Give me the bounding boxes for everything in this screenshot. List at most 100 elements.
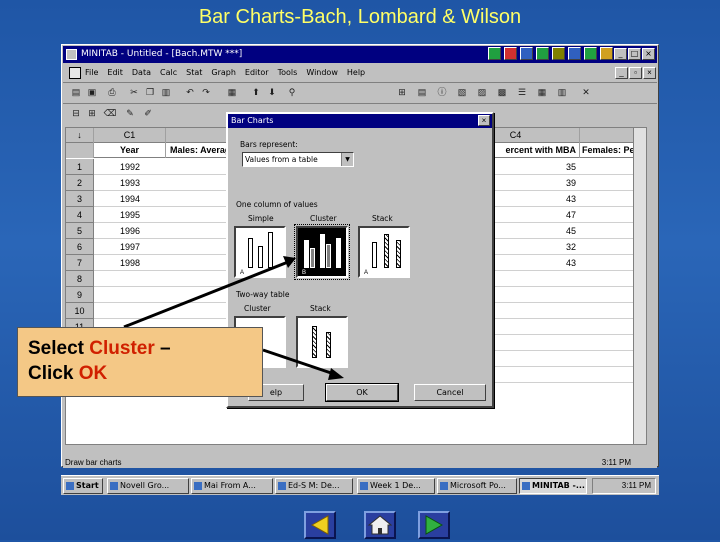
project-manager-icon[interactable]: ☰ xyxy=(515,86,529,99)
print-icon[interactable]: ⎙ xyxy=(105,86,119,99)
instruction-callout: Select Cluster – Click OK xyxy=(17,327,263,397)
graph-folder-icon[interactable]: ▨ xyxy=(475,86,489,99)
history-icon[interactable] xyxy=(568,47,581,60)
table-icon[interactable]: ▦ xyxy=(535,86,549,99)
menu-file[interactable]: File xyxy=(85,64,98,82)
callout-highlight-ok: OK xyxy=(78,363,108,384)
undo-icon[interactable]: ↶ xyxy=(183,86,197,99)
ok-button[interactable]: OK xyxy=(325,383,399,402)
worksheet-icon[interactable] xyxy=(536,47,549,60)
taskbar-clock: 3:11 PM xyxy=(592,478,656,494)
project-icon[interactable] xyxy=(488,47,501,60)
copy-icon[interactable]: ❐ xyxy=(143,86,157,99)
menu-calc[interactable]: Calc xyxy=(160,64,177,82)
vertical-scrollbar[interactable] xyxy=(633,128,646,444)
menu-data[interactable]: Data xyxy=(132,64,151,82)
doc-close-button[interactable]: × xyxy=(643,67,656,79)
cluster-chart-thumbnail[interactable]: B xyxy=(294,224,350,280)
row-number[interactable]: 3 xyxy=(66,191,94,207)
task-mail[interactable]: Mai From A... xyxy=(191,478,273,494)
cut-icon[interactable]: ✂ xyxy=(127,86,141,99)
cancel-button[interactable]: Cancel xyxy=(414,384,486,401)
thumb-bar xyxy=(310,248,315,268)
columns-icon[interactable]: ▥ xyxy=(555,86,569,99)
info-window-icon[interactable]: ⓘ xyxy=(435,86,449,99)
report-icon[interactable] xyxy=(584,47,597,60)
task-eds[interactable]: Ed-S M: De... xyxy=(275,478,353,494)
callout-text: – xyxy=(154,338,171,359)
row-number[interactable]: 9 xyxy=(66,287,94,303)
row-number[interactable]: 2 xyxy=(66,175,94,191)
find-icon[interactable]: ⚲ xyxy=(285,86,299,99)
row-number[interactable]: 7 xyxy=(66,255,94,271)
insert-rows-icon[interactable]: ⊞ xyxy=(85,107,99,120)
cell-year[interactable]: 1997 xyxy=(94,239,166,255)
menu-window[interactable]: Window xyxy=(306,64,338,82)
menu-help[interactable]: Help xyxy=(347,64,365,82)
report-window-icon[interactable]: ▩ xyxy=(495,86,509,99)
dialog-close-button[interactable]: × xyxy=(478,115,490,126)
menu-stat[interactable]: Stat xyxy=(186,64,202,82)
graph-icon[interactable] xyxy=(504,47,517,60)
minimize-button[interactable]: _ xyxy=(614,48,627,60)
column-name-c1[interactable]: Year xyxy=(94,143,166,158)
row-number[interactable]: 5 xyxy=(66,223,94,239)
menu-edit[interactable]: Edit xyxy=(107,64,123,82)
history-window-icon[interactable]: ▧ xyxy=(455,86,469,99)
row-number[interactable]: 1 xyxy=(66,159,94,175)
folder-icon[interactable] xyxy=(600,47,613,60)
section-two-way-table: Two-way table xyxy=(236,290,290,299)
edit-icon[interactable]: ✐ xyxy=(141,107,155,120)
task-minitab[interactable]: MINITAB -... xyxy=(519,478,587,494)
cell-year[interactable]: 1992 xyxy=(94,159,166,175)
redo-icon[interactable]: ↷ xyxy=(199,86,213,99)
stack-chart-thumbnail[interactable]: A xyxy=(358,226,410,278)
row-number[interactable]: 6 xyxy=(66,239,94,255)
bars-represent-select[interactable]: Values from a table ▼ xyxy=(242,152,354,167)
document-icon[interactable] xyxy=(69,67,81,79)
menu-editor[interactable]: Editor xyxy=(245,64,269,82)
info-icon[interactable] xyxy=(552,47,565,60)
doc-restore-button[interactable]: ▫ xyxy=(629,67,642,79)
close-button[interactable]: × xyxy=(642,48,655,60)
previous-slide-button[interactable] xyxy=(304,511,336,539)
task-powerpoint[interactable]: Microsoft Po... xyxy=(437,478,517,494)
task-novell[interactable]: Novell Gro... xyxy=(107,478,189,494)
maximize-button[interactable]: □ xyxy=(628,48,641,60)
paste-icon[interactable]: ▥ xyxy=(159,86,173,99)
cross-icon[interactable]: ✕ xyxy=(579,86,593,99)
option-cluster-label: Cluster xyxy=(310,214,337,223)
next-slide-button[interactable] xyxy=(418,511,450,539)
insert-cells-icon[interactable]: ⊟ xyxy=(69,107,83,120)
row-number[interactable]: 8 xyxy=(66,271,94,287)
open-icon[interactable]: ▤ xyxy=(69,86,83,99)
sort-down-icon[interactable]: ⬇ xyxy=(265,86,279,99)
clear-icon[interactable]: ⌫ xyxy=(103,107,117,120)
format-icon[interactable]: ✎ xyxy=(123,107,137,120)
menu-tools[interactable]: Tools xyxy=(278,64,298,82)
doc-minimize-button[interactable]: _ xyxy=(615,67,628,79)
taskbar: Start Novell Gro... Mai From A... Ed-S M… xyxy=(61,475,659,495)
standard-toolbar: ▤ ▣ ⎙ ✂ ❐ ▥ ↶ ↷ ▦ ⬆ ⬇ ⚲ ⊞ ▤ ⓘ ▧ ▨ ▩ ☰ ▦ … xyxy=(63,82,657,102)
session-icon[interactable] xyxy=(520,47,533,60)
cell-year[interactable]: 1993 xyxy=(94,175,166,191)
start-button[interactable]: Start xyxy=(63,478,103,494)
save-icon[interactable]: ▣ xyxy=(85,86,99,99)
cell-year[interactable]: 1998 xyxy=(94,255,166,271)
menu-graph[interactable]: Graph xyxy=(211,64,236,82)
cell-year[interactable]: 1995 xyxy=(94,207,166,223)
home-slide-button[interactable] xyxy=(364,511,396,539)
last-dialog-icon[interactable]: ▦ xyxy=(225,86,239,99)
column-header-c1[interactable]: C1 xyxy=(94,128,166,143)
simple-chart-thumbnail[interactable]: A xyxy=(234,226,286,278)
arrange-icon[interactable]: ⊞ xyxy=(395,86,409,99)
session-window-icon[interactable]: ▤ xyxy=(415,86,429,99)
task-week[interactable]: Week 1 De... xyxy=(357,478,435,494)
cell-year[interactable]: 1994 xyxy=(94,191,166,207)
row-number[interactable]: 10 xyxy=(66,303,94,319)
dropdown-arrow-icon[interactable]: ▼ xyxy=(341,153,353,166)
sort-up-icon[interactable]: ⬆ xyxy=(249,86,263,99)
cell-year[interactable]: 1996 xyxy=(94,223,166,239)
two-way-stack-thumbnail[interactable] xyxy=(296,316,348,368)
row-number[interactable]: 4 xyxy=(66,207,94,223)
